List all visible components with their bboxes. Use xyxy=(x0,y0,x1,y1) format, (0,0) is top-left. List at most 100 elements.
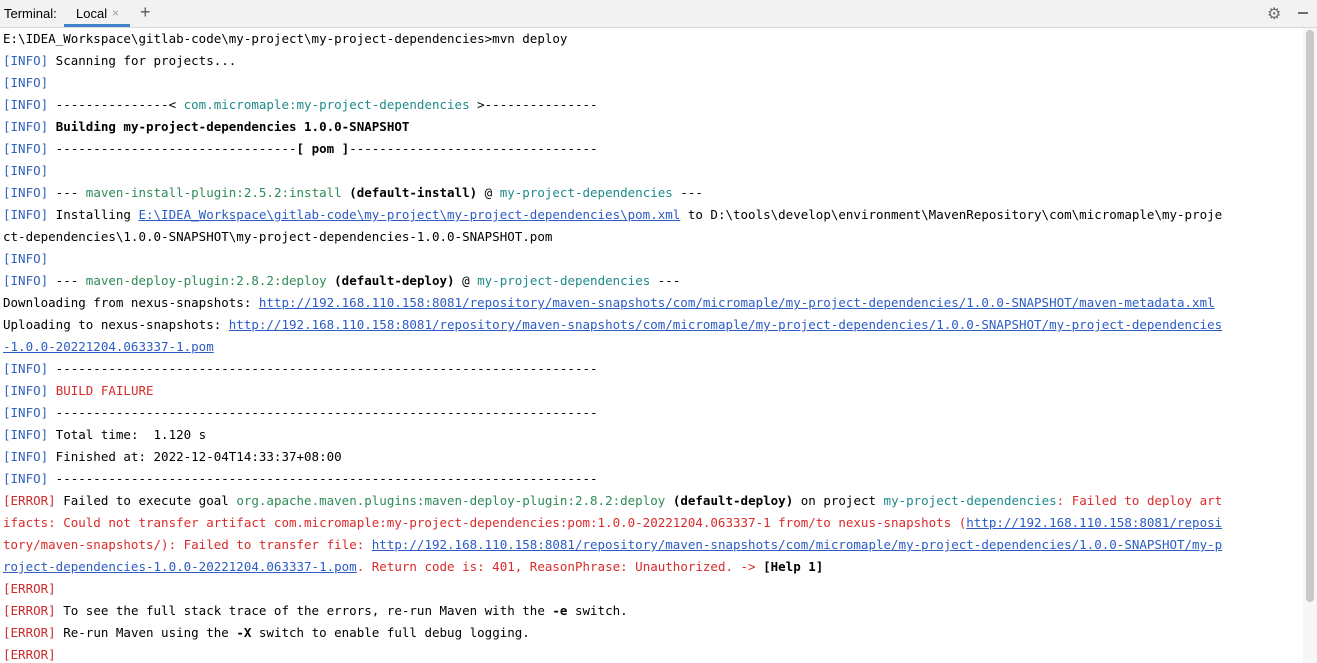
log-text: Total time: 1.120 s xyxy=(48,427,207,442)
log-level: [ERROR] xyxy=(3,493,56,508)
console-line: [ERROR] To see the full stack trace of t… xyxy=(0,600,1303,622)
minimize-icon[interactable] xyxy=(1298,12,1308,14)
execution-id: (default-deploy) xyxy=(672,493,794,508)
log-text: Downloading from nexus-snapshots: xyxy=(3,295,259,310)
url-link[interactable]: http://192.168.110.158:8081/repository/m… xyxy=(372,537,1222,552)
url-link[interactable]: http://192.168.110.158:8081/repository/m… xyxy=(259,295,1215,310)
log-text: switch. xyxy=(567,603,628,618)
console-line: [INFO] --- maven-install-plugin:2.5.2:in… xyxy=(0,182,1303,204)
terminal-output[interactable]: E:\IDEA_Workspace\gitlab-code\my-project… xyxy=(0,28,1303,663)
log-text: ----------------------------------------… xyxy=(48,405,598,420)
log-level: [ERROR] xyxy=(3,603,56,618)
log-level: [INFO] xyxy=(3,53,49,68)
console-line: [INFO] Scanning for projects... xyxy=(0,50,1303,72)
console-line: [INFO] xyxy=(0,248,1303,270)
build-status: BUILD FAILURE xyxy=(55,383,154,398)
console-line: roject-dependencies-1.0.0-20221204.06333… xyxy=(0,556,1303,578)
log-level: [ERROR] xyxy=(3,581,56,596)
terminal-title: Terminal: xyxy=(4,6,57,21)
packaging-text: [ pom ] xyxy=(296,141,350,156)
log-level: [INFO] xyxy=(3,141,49,156)
log-level: [ERROR] xyxy=(3,647,56,662)
tab-label: Local xyxy=(76,6,108,21)
log-text: --- xyxy=(672,185,703,200)
log-text: >--------------- xyxy=(469,97,598,112)
log-level: [INFO] xyxy=(3,449,49,464)
console-line: [INFO] ---------------------------------… xyxy=(0,358,1303,380)
console-line: tory/maven-snapshots/): Failed to transf… xyxy=(0,534,1303,556)
log-text: ----------------------------------------… xyxy=(48,361,598,376)
console-line: [INFO] BUILD FAILURE xyxy=(0,380,1303,402)
log-level: [INFO] xyxy=(3,427,49,442)
terminal-toolbar: Terminal: Local × + ⚙ xyxy=(0,0,1317,28)
vertical-scrollbar[interactable] xyxy=(1303,28,1317,663)
log-text: Failed to execute goal xyxy=(55,493,237,508)
console-line: [ERROR] Failed to execute goal org.apach… xyxy=(0,490,1303,512)
flag-text: -X xyxy=(236,625,252,640)
log-level: [INFO] xyxy=(3,251,49,266)
log-text: --- xyxy=(48,273,86,288)
add-icon[interactable]: + xyxy=(140,2,151,23)
scrollbar-thumb[interactable] xyxy=(1306,30,1314,602)
file-link[interactable]: E:\IDEA_Workspace\gitlab-code\my-project… xyxy=(138,207,680,222)
log-text: Re-run Maven using the xyxy=(55,625,237,640)
log-text: --------------------------------- xyxy=(349,141,598,156)
log-level: [INFO] xyxy=(3,119,49,134)
console-line: [ERROR] xyxy=(0,644,1303,663)
url-link[interactable]: roject-dependencies-1.0.0-20221204.06333… xyxy=(3,559,357,574)
url-link[interactable]: -1.0.0-20221204.063337-1.pom xyxy=(3,339,214,354)
plugin-name: maven-deploy-plugin:2.8.2:deploy xyxy=(85,273,327,288)
log-text: @ xyxy=(454,273,478,288)
log-text: Finished at: 2022-12-04T14:33:37+08:00 xyxy=(48,449,342,464)
console-line: [INFO] --- maven-deploy-plugin:2.8.2:dep… xyxy=(0,270,1303,292)
log-text: ---------------< xyxy=(48,97,184,112)
log-text: Uploading to nexus-snapshots: xyxy=(3,317,229,332)
gear-icon[interactable]: ⚙ xyxy=(1267,4,1281,24)
log-level: [INFO] xyxy=(3,97,49,112)
execution-id: (default-deploy) xyxy=(334,273,455,288)
building-text: Building my-project-dependencies 1.0.0-S… xyxy=(55,119,410,134)
log-text: To see the full stack trace of the error… xyxy=(55,603,553,618)
help-reference: [Help 1] xyxy=(763,559,824,574)
error-text: . Return code is: 401, ReasonPhrase: Una… xyxy=(356,559,764,574)
log-level: [INFO] xyxy=(3,383,49,398)
plugin-name: maven-install-plugin:2.5.2:install xyxy=(85,185,342,200)
log-level: [ERROR] xyxy=(3,625,56,640)
project-name: my-project-dependencies xyxy=(499,185,673,200)
log-level: [INFO] xyxy=(3,471,49,486)
command-text: E:\IDEA_Workspace\gitlab-code\my-project… xyxy=(3,31,568,46)
log-text: --- xyxy=(650,273,681,288)
console-line: Downloading from nexus-snapshots: http:/… xyxy=(0,292,1303,314)
log-text: switch to enable full debug logging. xyxy=(251,625,530,640)
log-text: ----------------------------------------… xyxy=(48,471,598,486)
close-icon[interactable]: × xyxy=(112,6,119,20)
console-line: [INFO] ---------------------------------… xyxy=(0,402,1303,424)
console-line: [INFO] Installing E:\IDEA_Workspace\gitl… xyxy=(0,204,1303,226)
console-line: [INFO] --------------------------------[… xyxy=(0,138,1303,160)
error-text: tory/maven-snapshots/ xyxy=(3,537,162,552)
log-level: [INFO] xyxy=(3,361,49,376)
log-level: [INFO] xyxy=(3,207,49,222)
error-text: ifacts: Could not transfer artifact com.… xyxy=(3,515,967,530)
project-name: my-project-dependencies xyxy=(883,493,1057,508)
console-line: [INFO] xyxy=(0,72,1303,94)
console-line: [INFO] xyxy=(0,160,1303,182)
project-name: my-project-dependencies xyxy=(477,273,651,288)
log-level: [INFO] xyxy=(3,75,49,90)
log-level: [INFO] xyxy=(3,405,49,420)
url-link[interactable]: http://192.168.110.158:8081/reposi xyxy=(966,515,1222,530)
log-text: -------------------------------- xyxy=(48,141,297,156)
plugin-name: org.apache.maven.plugins:maven-deploy-pl… xyxy=(236,493,666,508)
tab-local[interactable]: Local × xyxy=(64,0,130,27)
log-text: to D:\tools\develop\environment\MavenRep… xyxy=(680,207,1223,222)
console-line: ifacts: Could not transfer artifact com.… xyxy=(0,512,1303,534)
error-text: : Failed to deploy art xyxy=(1056,493,1223,508)
url-link[interactable]: http://192.168.110.158:8081/repository/m… xyxy=(229,317,1222,332)
flag-text: -e xyxy=(552,603,568,618)
console-line: Uploading to nexus-snapshots: http://192… xyxy=(0,314,1303,336)
execution-id: (default-install) xyxy=(349,185,478,200)
log-text: on project xyxy=(793,493,884,508)
